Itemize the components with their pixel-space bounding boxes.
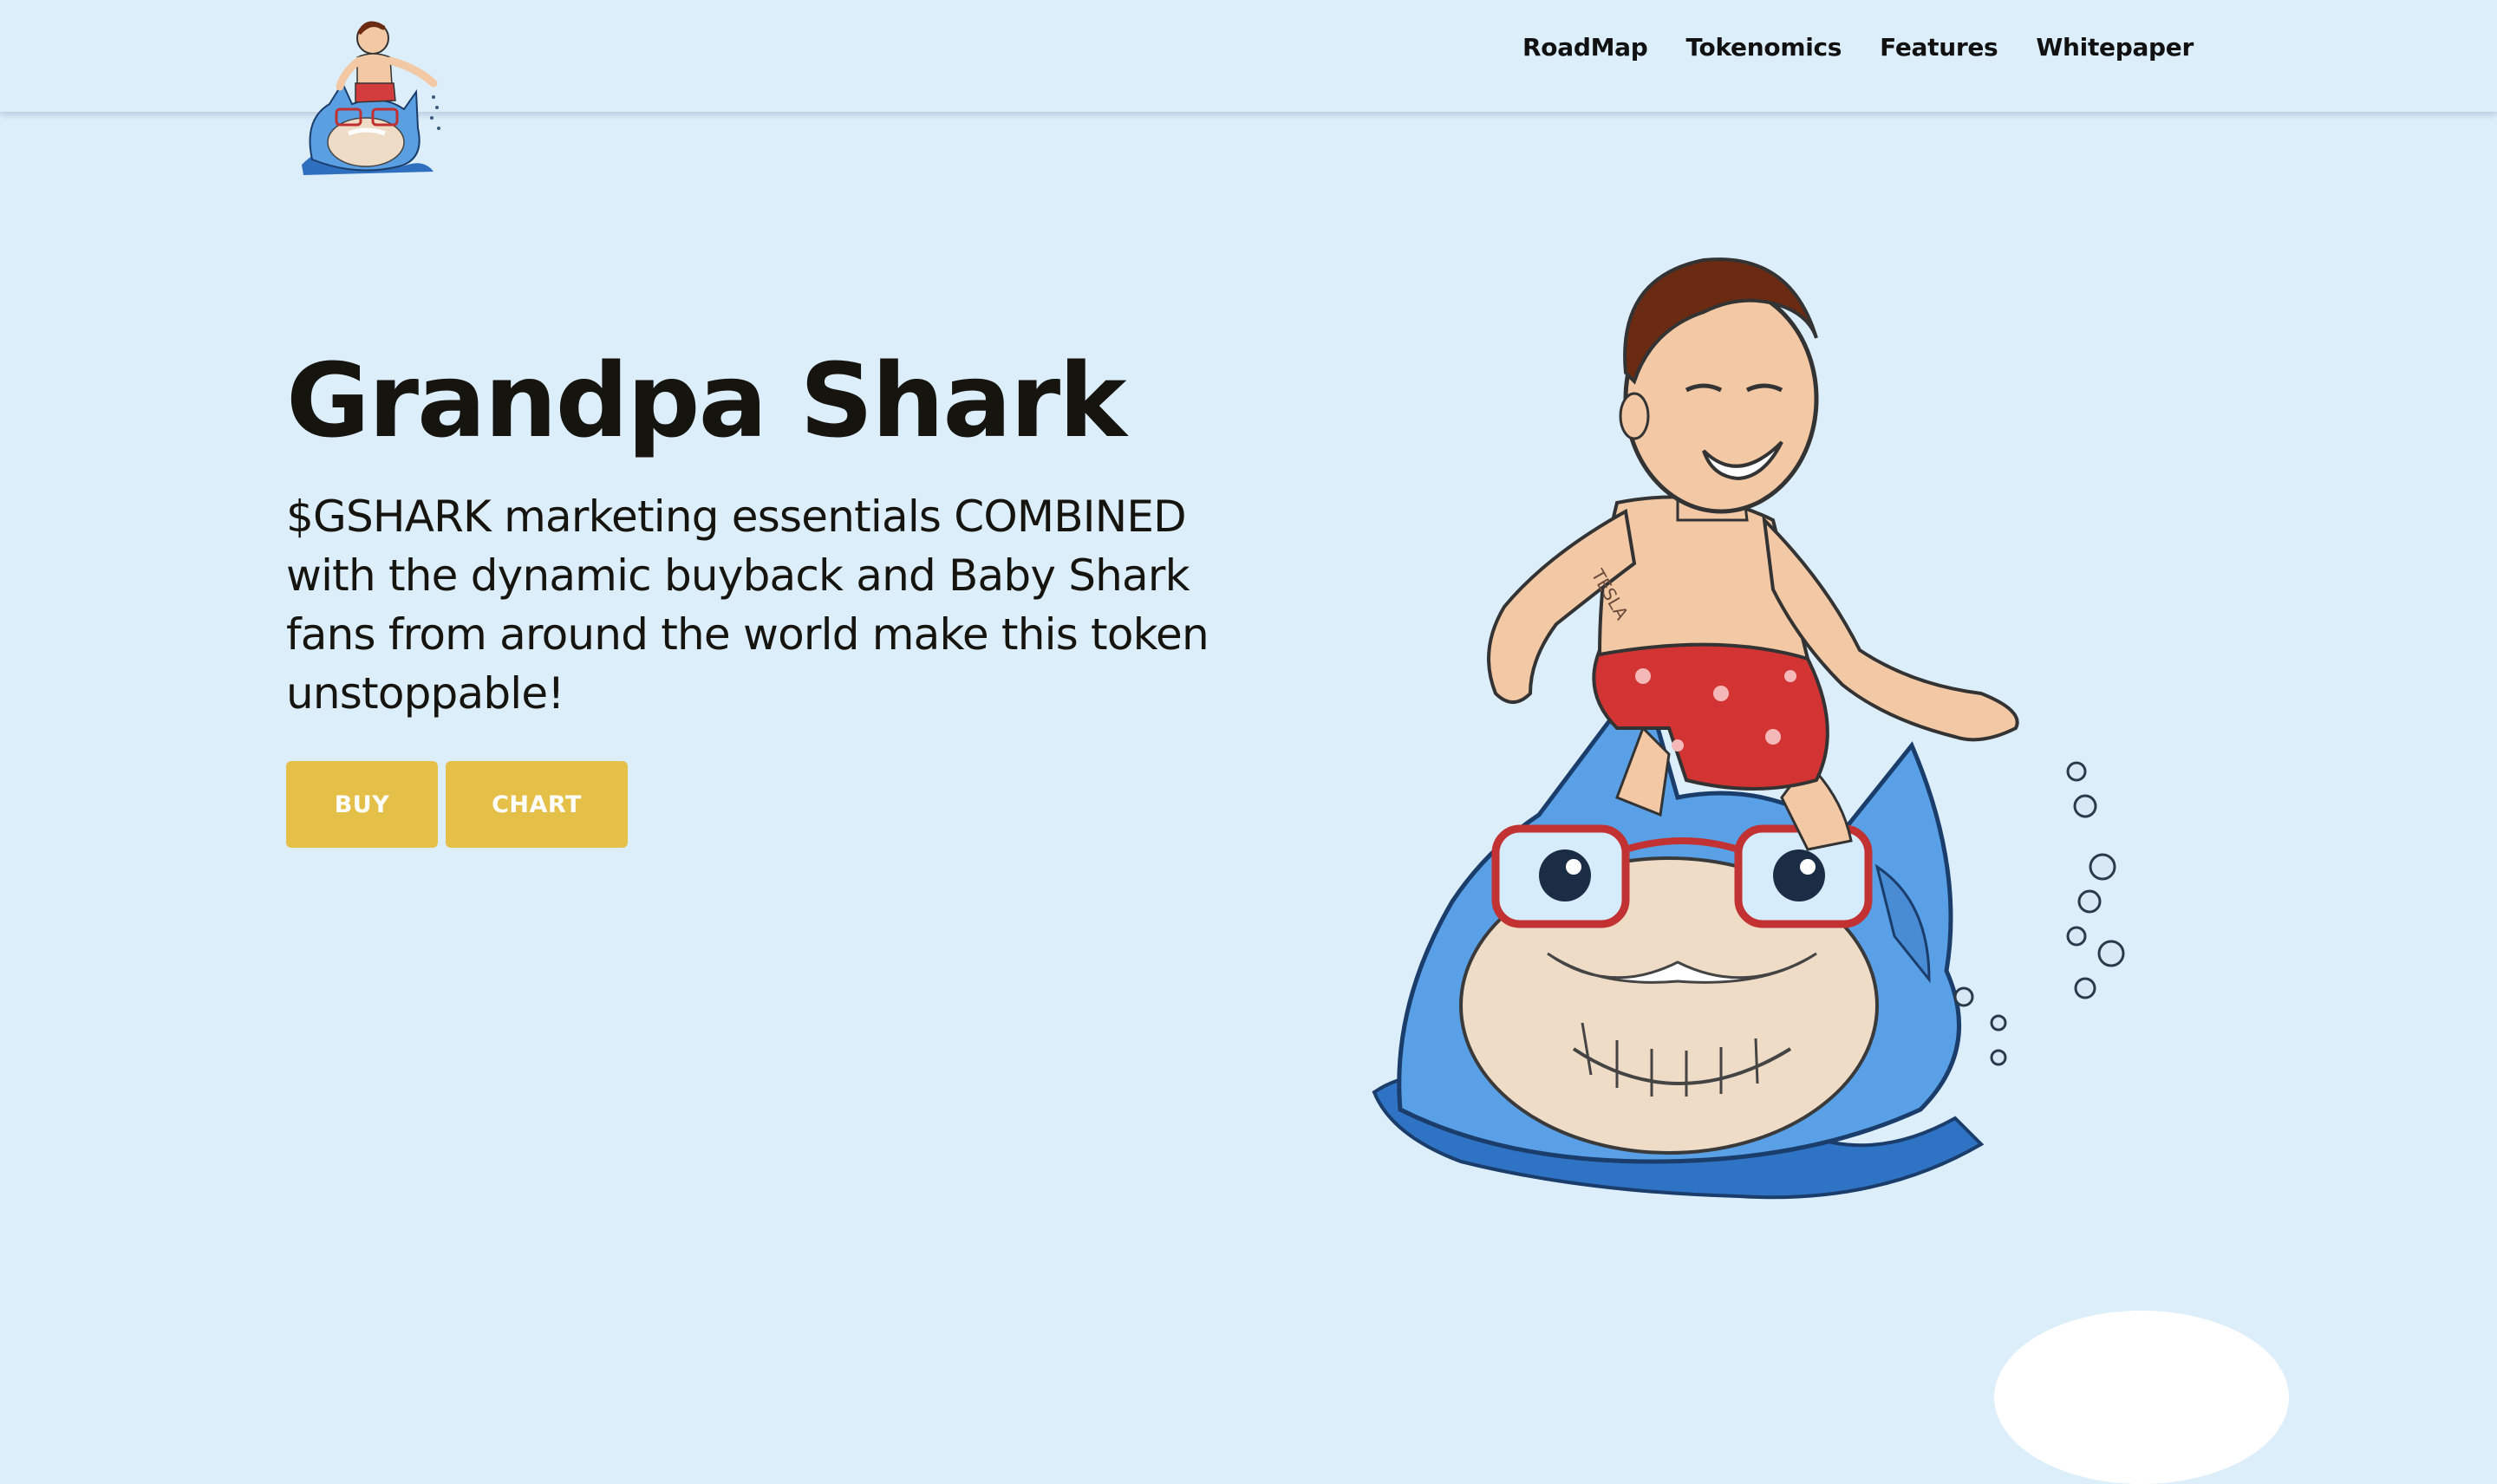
hero-buttons: BUY CHART [286,761,628,848]
grandpa-shark-mascot-icon: TESLA [1372,257,2125,1200]
main-nav: RoadMap Tokenomics Features Whitepaper [1522,33,2194,62]
nav-link-tokenomics[interactable]: Tokenomics [1685,33,1842,62]
hero-description: $GSHARK marketing essentials COMBINED wi… [286,491,1209,719]
nav-link-features[interactable]: Features [1880,33,1998,62]
hero-title: Grandpa Shark [286,341,1127,460]
nav-link-roadmap[interactable]: RoadMap [1522,33,1648,62]
chart-button[interactable]: CHART [446,761,628,848]
decorative-blob [1994,1311,2289,1484]
nav-link-whitepaper[interactable]: Whitepaper [2036,33,2194,62]
splash-droplets [1953,761,2125,1066]
buy-button[interactable]: BUY [286,761,438,848]
logo-icon[interactable] [295,7,451,177]
